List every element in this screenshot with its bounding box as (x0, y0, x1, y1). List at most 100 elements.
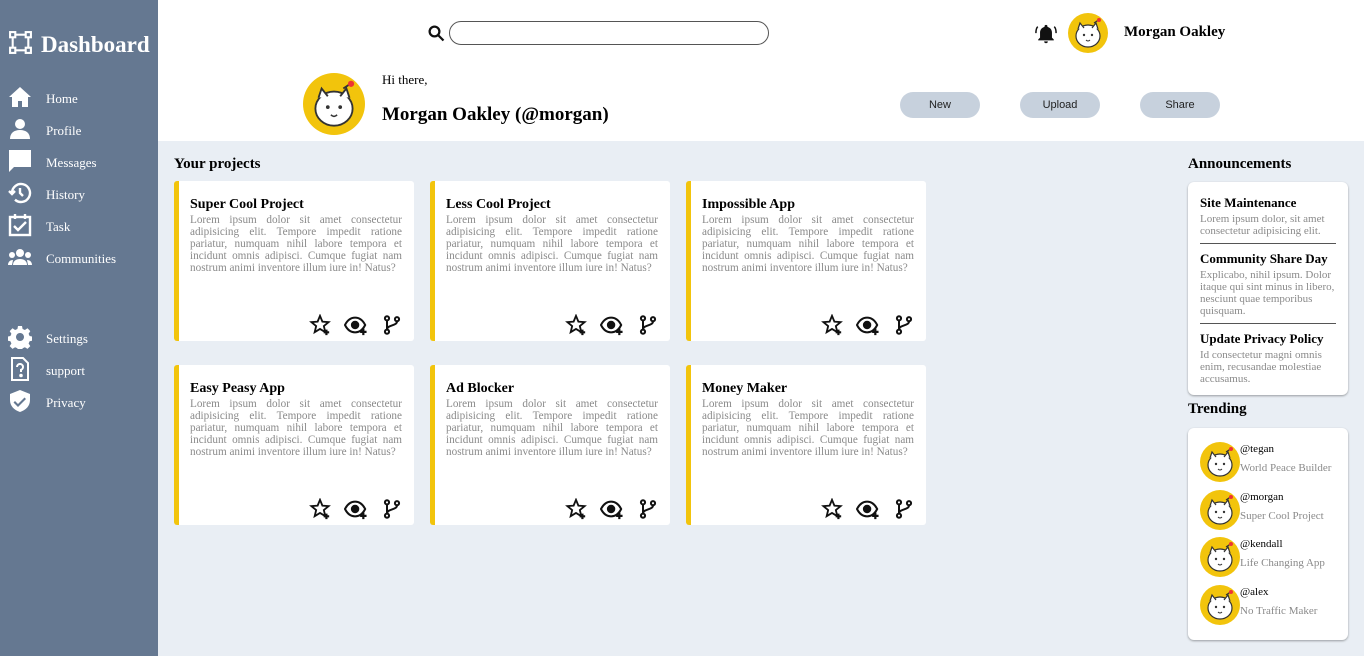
trending-project: World Peace Builder (1240, 462, 1332, 474)
announcement-text: Id consectetur magni omnis enim, recusan… (1200, 349, 1322, 385)
project-card[interactable]: Less Cool Project Lorem ipsum dolor sit a… (430, 181, 670, 341)
announcement-item[interactable]: Site Maintenance Lorem ipsum dolor, sit … (1188, 195, 1348, 237)
watch-add-icon[interactable] (343, 496, 369, 522)
sidebar-item-history[interactable]: History (8, 181, 85, 210)
brand-title: Dashboard (41, 32, 150, 57)
project-title: Ad Blocker (446, 381, 515, 396)
sidebar-item-label: Task (46, 219, 71, 234)
star-add-icon[interactable] (563, 496, 589, 522)
trending-item[interactable]: @alex No Traffic Maker (1200, 584, 1340, 625)
project-card[interactable]: Easy Peasy App Lorem ipsum dolor sit amet… (174, 365, 414, 525)
announcements-title: Announcements (1188, 156, 1292, 172)
search-icon[interactable] (427, 24, 445, 42)
fork-icon[interactable] (635, 496, 661, 522)
project-title: Super Cool Project (190, 197, 304, 212)
new-button[interactable]: New (900, 92, 980, 118)
sidebar-item-label: Profile (46, 123, 82, 138)
shield-icon (8, 389, 32, 418)
project-description: Lorem ipsum dolor sit amet consectetur a… (190, 398, 402, 458)
avatar (1200, 537, 1240, 577)
avatar (1200, 489, 1240, 530)
avatar[interactable] (1068, 13, 1108, 53)
trending-project: Super Cool Project (1240, 509, 1324, 522)
project-description: Lorem ipsum dolor sit amet consectetur a… (702, 398, 914, 458)
star-add-icon[interactable] (819, 312, 845, 338)
sidebar-item-support[interactable]: support (8, 356, 85, 384)
project-description: Lorem ipsum dolor sit amet consectetur a… (446, 214, 658, 274)
trending-user: @alex (1240, 585, 1269, 598)
project-actions (819, 496, 917, 522)
sidebar-item-messages[interactable]: Messages (8, 149, 97, 178)
person-icon (8, 117, 32, 146)
announcement-text: Explicabo, nihil ipsum. Dolor itaque qui… (1200, 269, 1335, 317)
bell-icon[interactable] (1035, 23, 1057, 45)
project-card[interactable]: Money Maker Lorem ipsum dolor sit amet co… (686, 365, 926, 525)
announcement-item[interactable]: Community Share Day Explicabo, nihil ips… (1188, 251, 1348, 317)
sidebar-item-communities[interactable]: Communities (8, 245, 116, 274)
sidebar-item-label: Privacy (46, 395, 86, 410)
project-card[interactable]: Super Cool Project Lorem ipsum dolor sit … (174, 181, 414, 341)
sidebar-item-profile[interactable]: Profile (8, 117, 81, 146)
trending-user: @morgan (1240, 490, 1284, 503)
project-card[interactable]: Ad Blocker Lorem ipsum dolor sit amet con… (430, 365, 670, 525)
sidebar-item-label: support (46, 363, 85, 378)
announcement-title: Community Share Day (1200, 251, 1328, 266)
trending-project: Life Changing App (1240, 557, 1325, 569)
chat-icon (8, 149, 32, 178)
dashboard-icon (8, 30, 33, 60)
star-add-icon[interactable] (563, 312, 589, 338)
announcement-item[interactable]: Update Privacy Policy Id consectetur mag… (1188, 331, 1348, 385)
announcements-panel: Site Maintenance Lorem ipsum dolor, sit … (1188, 182, 1348, 395)
watch-add-icon[interactable] (343, 312, 369, 338)
trending-project: No Traffic Maker (1240, 604, 1318, 617)
trending-title: Trending (1188, 401, 1247, 417)
watch-add-icon[interactable] (855, 496, 881, 522)
announcement-title: Update Privacy Policy (1200, 331, 1324, 346)
sidebar-item-privacy[interactable]: Privacy (8, 389, 86, 418)
project-title: Less Cool Project (446, 197, 551, 212)
history-icon (8, 181, 32, 210)
header-username[interactable]: Morgan Oakley (1124, 24, 1225, 41)
star-add-icon[interactable] (307, 496, 333, 522)
share-button[interactable]: Share (1140, 92, 1220, 118)
gear-icon (7, 325, 33, 354)
watch-add-icon[interactable] (599, 496, 625, 522)
sidebar-item-task[interactable]: Task (8, 213, 70, 242)
trending-item[interactable]: @tegan World Peace Builder (1200, 442, 1340, 482)
upload-button[interactable]: Upload (1020, 92, 1100, 118)
watch-add-icon[interactable] (855, 312, 881, 338)
trending-item[interactable]: @morgan Super Cool Project (1200, 489, 1340, 530)
watch-add-icon[interactable] (599, 312, 625, 338)
sidebar-item-settings[interactable]: Settings (7, 325, 88, 354)
project-description: Lorem ipsum dolor sit amet consectetur a… (190, 214, 402, 274)
trending-item[interactable]: @kendall Life Changing App (1200, 537, 1340, 577)
fork-icon[interactable] (379, 496, 405, 522)
fork-icon[interactable] (891, 496, 917, 522)
project-card[interactable]: Impossible App Lorem ipsum dolor sit amet… (686, 181, 926, 341)
fork-icon[interactable] (891, 312, 917, 338)
greeting: Hi there, (382, 72, 428, 87)
avatar (1200, 584, 1240, 625)
avatar (1200, 442, 1240, 482)
task-icon (8, 213, 32, 242)
project-description: Lorem ipsum dolor sit amet consectetur a… (702, 214, 914, 274)
group-icon (8, 245, 32, 274)
star-add-icon[interactable] (819, 496, 845, 522)
brand[interactable]: Dashboard (8, 30, 150, 60)
project-title: Easy Peasy App (190, 381, 285, 396)
project-description: Lorem ipsum dolor sit amet consectetur a… (446, 398, 658, 458)
profile-name: Morgan Oakley (@morgan) (382, 104, 609, 125)
sidebar-item-home[interactable]: Home (8, 86, 78, 112)
divider (1200, 243, 1336, 244)
fork-icon[interactable] (635, 312, 661, 338)
star-add-icon[interactable] (307, 312, 333, 338)
project-title: Money Maker (702, 381, 788, 396)
fork-icon[interactable] (379, 312, 405, 338)
projects-title: Your projects (174, 156, 261, 172)
divider (1200, 323, 1336, 324)
search-input[interactable] (449, 21, 769, 45)
sidebar-item-label: Communities (46, 251, 117, 266)
sidebar-item-label: Home (46, 91, 78, 106)
project-actions (563, 312, 661, 338)
sidebar-item-label: Settings (46, 331, 88, 346)
